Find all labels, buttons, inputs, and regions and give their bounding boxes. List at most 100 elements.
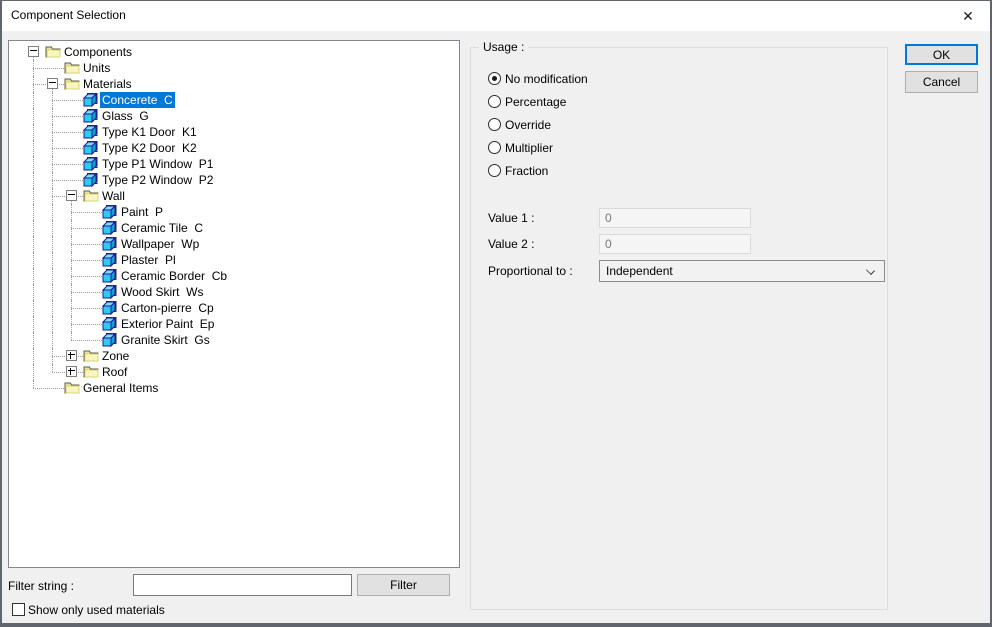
tree-guide-line — [71, 236, 72, 244]
tree-guide-line — [71, 324, 102, 325]
cube-icon — [102, 285, 118, 300]
tree-item[interactable]: Wallpaper Wp — [9, 236, 459, 252]
cube-icon — [83, 157, 99, 172]
radio-icon[interactable] — [488, 164, 501, 177]
filter-string-label: Filter string : — [8, 579, 75, 593]
show-only-used-materials-checkbox[interactable] — [12, 603, 25, 616]
tree-guide-line — [71, 260, 102, 261]
tree-guide-line — [52, 100, 83, 101]
cube-icon — [102, 221, 118, 236]
tree-item[interactable]: Components — [9, 44, 459, 60]
chevron-down-icon — [867, 267, 875, 275]
tree-item[interactable]: Type K2 Door K2 — [9, 140, 459, 156]
tree-item[interactable]: Concerete C — [9, 92, 459, 108]
tree-item[interactable]: Type P1 Window P1 — [9, 156, 459, 172]
tree-guide-line — [71, 308, 72, 316]
tree-guide-line — [33, 76, 34, 84]
tree-guide-line — [52, 188, 53, 196]
tree-item[interactable]: Materials — [9, 76, 459, 92]
cube-icon — [102, 253, 118, 268]
cube-icon — [83, 141, 99, 156]
tree-item-label: Materials — [83, 77, 132, 91]
tree-guide-line — [71, 212, 72, 220]
radio-label: No modification — [505, 72, 588, 86]
usage-group-label: Usage : — [479, 40, 529, 54]
tree-guide-line — [52, 92, 53, 100]
tree-guide-line — [52, 300, 53, 316]
tree-guide-line — [52, 148, 83, 149]
tree-guide-line — [71, 212, 102, 213]
tree-expand-icon[interactable] — [66, 350, 77, 361]
tree-guide-line — [33, 68, 34, 76]
tree-guide-line — [33, 284, 34, 300]
tree-item[interactable]: Exterior Paint Ep — [9, 316, 459, 332]
tree-item[interactable]: Zone — [9, 348, 459, 364]
tree-item-label: Units — [83, 61, 111, 75]
tree-guide-line — [33, 364, 34, 380]
tree-guide-line — [71, 308, 102, 309]
tree-item[interactable]: Ceramic Border Cb — [9, 268, 459, 284]
tree-guide-line — [71, 268, 72, 276]
value1-label: Value 1 : — [488, 211, 535, 225]
proportional-to-select[interactable]: Independent — [599, 260, 885, 282]
tree-expand-icon[interactable] — [66, 366, 77, 377]
tree-guide-line — [52, 116, 83, 117]
title-bar: Component Selection ✕ — [0, 0, 992, 31]
tree-item-label: Concerete C — [100, 92, 175, 108]
tree-item[interactable]: Roof — [9, 364, 459, 380]
filter-input[interactable] — [133, 574, 352, 596]
tree-item[interactable]: Type K1 Door K1 — [9, 124, 459, 140]
value2-input[interactable] — [599, 234, 751, 254]
tree-guide-line — [71, 324, 72, 332]
tree-guide-line — [33, 140, 34, 156]
filter-button[interactable]: Filter — [357, 574, 450, 596]
tree-guide-line — [33, 380, 34, 388]
tree-item[interactable]: Ceramic Tile C — [9, 220, 459, 236]
tree-item-label: Type P2 Window P2 — [102, 173, 214, 187]
value1-input[interactable] — [599, 208, 751, 228]
tree-item[interactable]: Plaster Pl — [9, 252, 459, 268]
radio-label: Percentage — [505, 95, 567, 109]
radio-icon[interactable] — [488, 141, 501, 154]
tree-item[interactable]: Wood Skirt Ws — [9, 284, 459, 300]
tree-collapse-icon[interactable] — [66, 190, 77, 201]
tree-guide-line — [33, 332, 34, 348]
tree-item[interactable]: Wall — [9, 188, 459, 204]
cancel-button[interactable]: Cancel — [905, 71, 978, 93]
tree-item[interactable]: Glass G — [9, 108, 459, 124]
tree-guide-line — [71, 228, 102, 229]
tree-item[interactable]: Type P2 Window P2 — [9, 172, 459, 188]
component-tree[interactable]: Components Units Materials Concerete C Glass… — [8, 40, 460, 568]
tree-guide-line — [71, 332, 72, 340]
tree-item[interactable]: General Items — [9, 380, 459, 396]
tree-item[interactable]: Paint P — [9, 204, 459, 220]
tree-collapse-icon[interactable] — [28, 46, 39, 57]
tree-guide-line — [52, 364, 53, 372]
tree-item-label: Components — [64, 45, 133, 59]
proportional-to-label: Proportional to : — [488, 264, 573, 278]
tree-guide-line — [33, 84, 34, 92]
tree-guide-line — [52, 156, 53, 164]
close-icon[interactable]: ✕ — [952, 3, 984, 29]
folder-icon — [64, 61, 80, 75]
tree-item-label: Wood Skirt Ws — [121, 285, 204, 299]
folder-icon — [45, 45, 61, 59]
radio-icon[interactable] — [488, 118, 501, 131]
tree-guide-line — [33, 204, 34, 220]
tree-item-label: Plaster Pl — [121, 253, 176, 267]
radio-label: Override — [505, 118, 552, 132]
tree-guide-line — [52, 236, 53, 252]
tree-item[interactable]: Granite Skirt Gs — [9, 332, 459, 348]
tree-collapse-icon[interactable] — [47, 78, 58, 89]
proportional-to-value: Independent — [606, 264, 673, 278]
tree-item[interactable]: Units — [9, 60, 459, 76]
tree-guide-line — [71, 292, 102, 293]
ok-button[interactable]: OK — [905, 44, 978, 65]
tree-guide-line — [33, 252, 34, 268]
tree-guide-line — [52, 132, 83, 133]
tree-item[interactable]: Carton-pierre Cp — [9, 300, 459, 316]
component-selection-dialog: Component Selection ✕ Components Units Mat… — [0, 0, 992, 627]
tree-guide-line — [52, 284, 53, 300]
radio-icon[interactable] — [488, 72, 501, 85]
radio-icon[interactable] — [488, 95, 501, 108]
